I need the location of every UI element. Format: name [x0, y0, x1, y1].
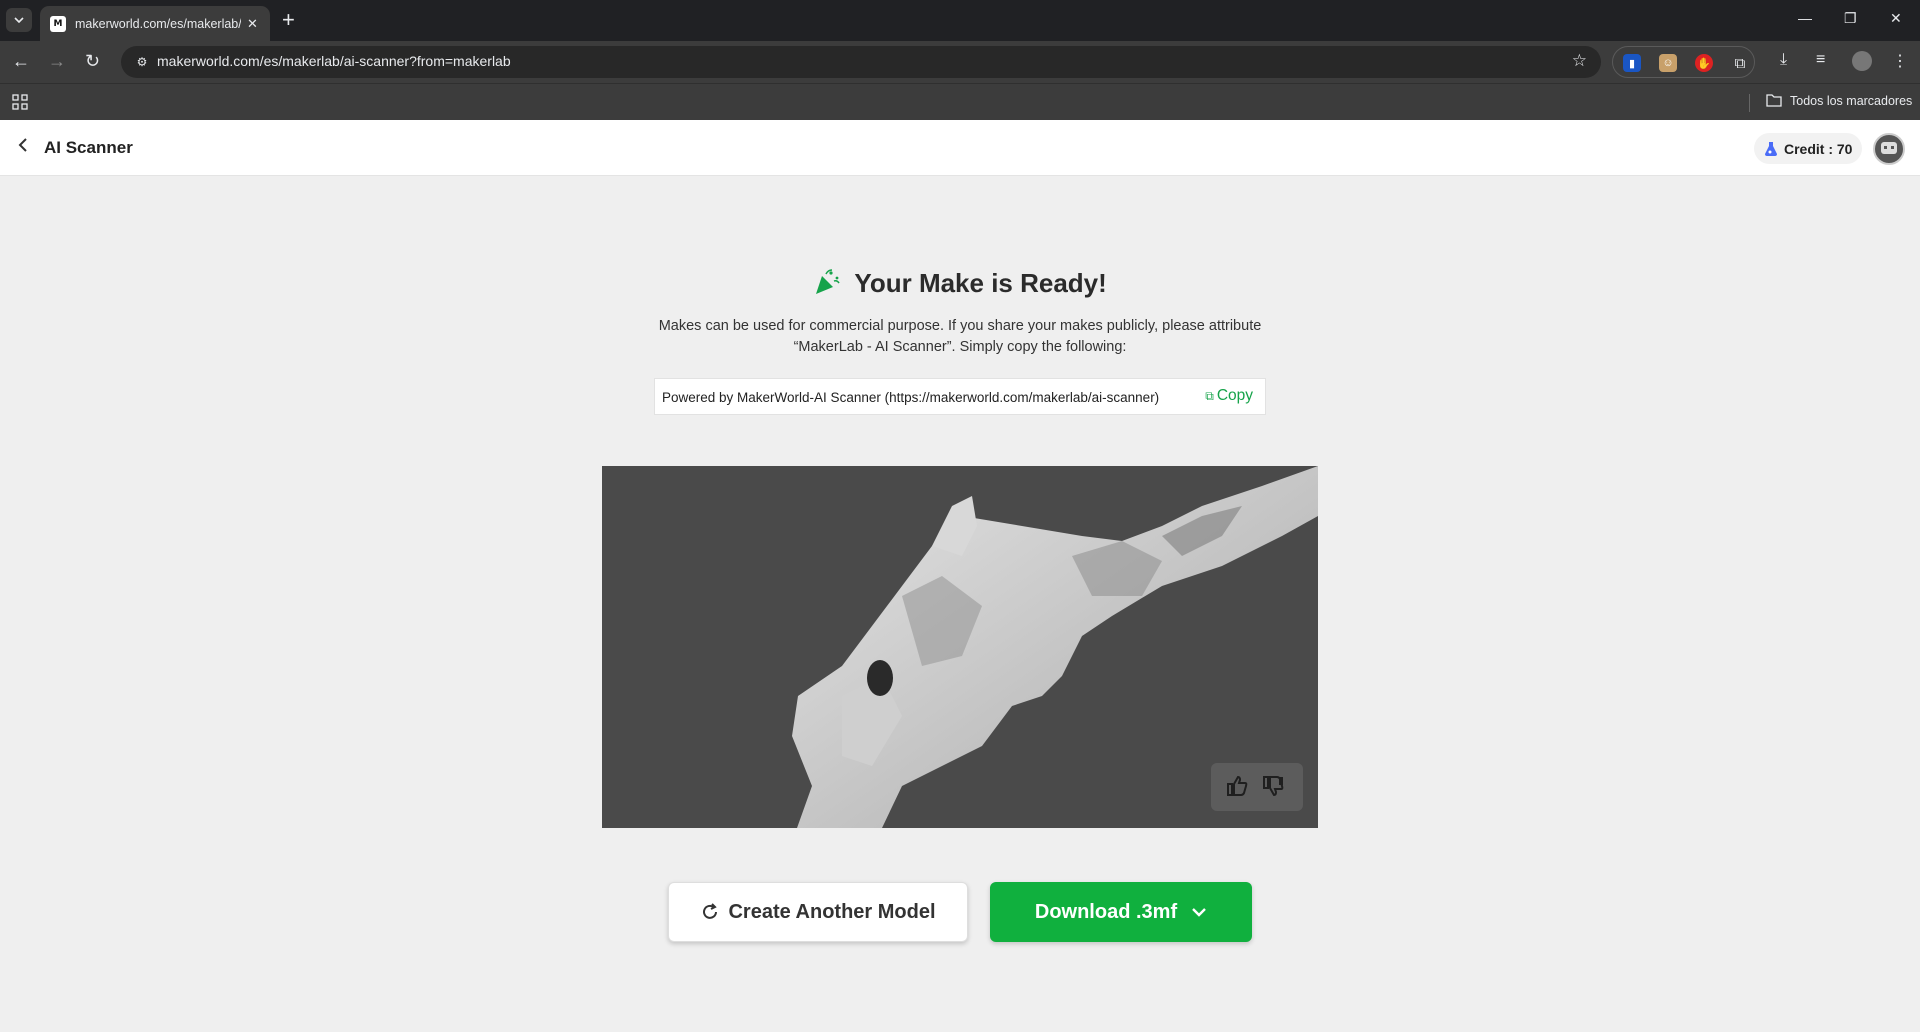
- makerworld-favicon-icon: M: [50, 15, 66, 32]
- party-popper-icon: [813, 268, 848, 298]
- forward-arrow-icon[interactable]: →: [48, 50, 66, 72]
- model-viewer[interactable]: [602, 466, 1318, 828]
- refresh-icon: [700, 899, 720, 925]
- attribution-text: Powered by MakerWorld-AI Scanner (https:…: [662, 390, 1160, 405]
- extensions-group: ▮ ☺ ✋ ⧉: [1612, 46, 1755, 78]
- new-tab-button[interactable]: +: [282, 8, 295, 32]
- extension-icon[interactable]: ☺: [1659, 54, 1677, 72]
- chevron-down-icon[interactable]: [1191, 904, 1207, 920]
- copy-button[interactable]: ⧉ Copy: [1205, 387, 1253, 405]
- browser-toolbar: ← → ↻ ⚙ makerworld.com/es/makerlab/ai-sc…: [0, 41, 1920, 83]
- credit-label: Credit : 70: [1784, 140, 1853, 157]
- site-info-icon[interactable]: ⚙: [131, 51, 153, 73]
- copy-label: Copy: [1216, 387, 1253, 404]
- tab-title: makerworld.com/es/makerlab/ai-scanner?fr…: [75, 16, 241, 31]
- folder-icon: [1766, 93, 1782, 110]
- profile-avatar-icon[interactable]: [1852, 51, 1872, 71]
- extensions-puzzle-icon[interactable]: ⧉: [1731, 54, 1749, 72]
- headline-text: Your Make is Ready!: [854, 268, 1107, 298]
- create-another-model-button[interactable]: Create Another Model: [668, 882, 968, 942]
- page-headline: Your Make is Ready!: [0, 268, 1920, 299]
- download-3mf-button[interactable]: Download .3mf: [990, 882, 1252, 942]
- bookmarks-divider: [1749, 94, 1750, 112]
- bookmarks-bar: Todos los marcadores: [0, 83, 1920, 120]
- page-title: AI Scanner: [44, 138, 133, 157]
- close-window-icon[interactable]: ✕: [1890, 10, 1902, 27]
- all-bookmarks-link[interactable]: Todos los marcadores: [1790, 94, 1912, 108]
- more-menu-icon[interactable]: ⋮: [1892, 51, 1908, 71]
- attribution-box: Powered by MakerWorld-AI Scanner (https:…: [654, 378, 1266, 415]
- chevron-down-icon: [14, 17, 24, 23]
- extension-icon[interactable]: ✋: [1695, 54, 1713, 72]
- back-button[interactable]: [18, 137, 28, 157]
- tab-search-button[interactable]: [6, 8, 32, 32]
- media-control-icon[interactable]: ≡: [1816, 51, 1825, 69]
- minimize-icon[interactable]: —: [1798, 10, 1812, 26]
- url-text[interactable]: makerworld.com/es/makerlab/ai-scanner?fr…: [157, 53, 511, 69]
- reload-icon[interactable]: ↻: [85, 50, 100, 72]
- user-avatar[interactable]: [1873, 133, 1905, 165]
- extension-icon[interactable]: ▮: [1623, 54, 1641, 72]
- page-header: AI Scanner Credit : 70: [0, 120, 1920, 176]
- attribution-description: Makes can be used for commercial purpose…: [658, 318, 1262, 355]
- copy-icon: ⧉: [1205, 388, 1214, 403]
- thumbs-up-icon[interactable]: [1225, 774, 1253, 800]
- download-label: Download .3mf: [1034, 900, 1178, 923]
- thumbs-down-icon[interactable]: [1261, 774, 1289, 800]
- download-icon[interactable]: ⤓: [1780, 51, 1787, 69]
- tab-close-icon[interactable]: ✕: [247, 16, 258, 32]
- credit-badge[interactable]: Credit : 70: [1754, 133, 1863, 164]
- avatar-robot-icon: [1881, 142, 1897, 154]
- back-arrow-icon[interactable]: ←: [12, 50, 30, 72]
- address-bar[interactable]: ⚙ makerworld.com/es/makerlab/ai-scanner?…: [121, 46, 1601, 78]
- browser-tabstrip: M makerworld.com/es/makerlab/ai-scanner?…: [0, 0, 1920, 41]
- create-another-label: Create Another Model: [728, 900, 936, 923]
- credit-flask-icon: [1764, 141, 1778, 157]
- apps-grid-icon[interactable]: [12, 94, 28, 110]
- restore-icon[interactable]: ❐: [1844, 10, 1857, 27]
- chevron-left-icon: [18, 138, 27, 152]
- bookmark-star-icon[interactable]: ☆: [1572, 51, 1587, 71]
- feedback-panel: [1211, 763, 1303, 811]
- browser-tab-active[interactable]: M makerworld.com/es/makerlab/ai-scanner?…: [40, 6, 270, 41]
